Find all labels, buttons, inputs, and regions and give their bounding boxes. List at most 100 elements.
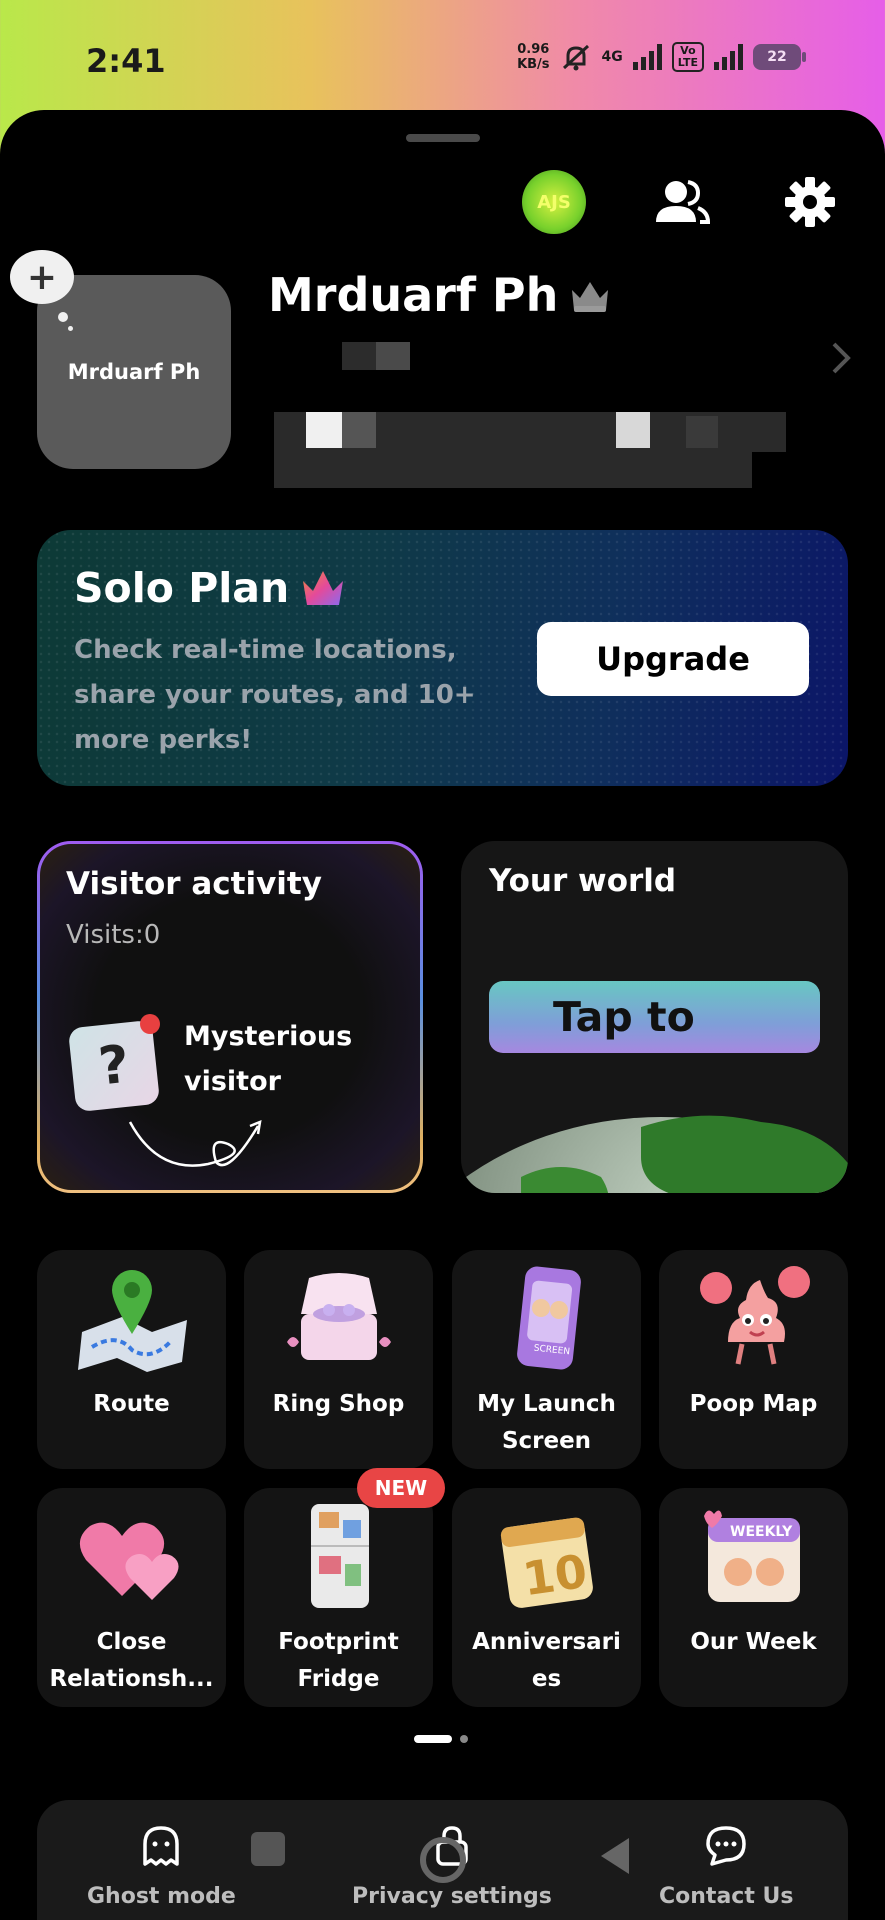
tile-poop-map[interactable]: Poop Map — [659, 1250, 848, 1469]
battery-icon: 22 — [753, 44, 806, 70]
tile-label-line: Relationsh... — [49, 1666, 214, 1692]
avatar[interactable]: Mrduarf Ph — [37, 275, 231, 469]
phone-screen-icon: SCREEN — [516, 1266, 581, 1370]
bottom-action-bar: Ghost mode Privacy settings Contact Us — [37, 1800, 848, 1920]
fridge-icon — [310, 1504, 369, 1608]
tile-label-line: Screen — [501, 1428, 592, 1454]
tile-label-anniversaries: Anniversari es — [452, 1624, 641, 1698]
tile-label-line: Close — [96, 1629, 167, 1655]
page-dot-active[interactable] — [414, 1735, 452, 1743]
tile-our-week[interactable]: WEEKLY Our Week — [659, 1488, 848, 1707]
plus-icon: + — [26, 256, 58, 298]
visitor-activity-title: Visitor activity — [66, 866, 322, 902]
redacted-info — [306, 412, 342, 448]
hearts-icon — [79, 1522, 179, 1600]
ghost-icon — [143, 1826, 180, 1866]
main-sheet: AJS Mrduarf Ph + Mrduarf Ph Solo Plan Ch… — [0, 110, 885, 1920]
tile-label-my-launch-screen: My Launch Screen — [452, 1386, 641, 1460]
battery-level: 22 — [767, 49, 787, 65]
profile-name[interactable]: Mrduarf Ph — [268, 268, 612, 322]
visitor-activity-card[interactable]: Visitor activity Visits:0 ? Mysterious vi… — [37, 841, 423, 1193]
calendar-10-icon: 10 — [500, 1517, 593, 1608]
tile-ring-shop[interactable]: Ring Shop — [244, 1250, 433, 1469]
new-badge: NEW — [357, 1468, 445, 1508]
tile-label-line: Anniversari — [472, 1629, 621, 1655]
color-crown-icon — [303, 571, 344, 605]
friends-icon — [656, 180, 710, 224]
your-world-card[interactable]: Your world Tap to — [461, 841, 848, 1193]
friends-button[interactable] — [650, 170, 714, 234]
thought-dot-small — [68, 326, 73, 331]
upgrade-button[interactable]: Upgrade — [537, 622, 809, 696]
ajs-badge-text: AJS — [537, 191, 571, 213]
tile-route[interactable]: Route — [37, 1250, 226, 1469]
tile-label-route: Route — [93, 1391, 170, 1417]
privacy-settings-label: Privacy settings — [352, 1884, 552, 1909]
tile-label-line: Fridge — [297, 1666, 380, 1692]
avatar-text: Mrduarf Ph — [67, 360, 201, 384]
redacted-info — [616, 412, 650, 448]
status-icons: 0.96 KB/s 4G Vo LTE 22 — [517, 42, 806, 72]
signal-icon-1 — [632, 44, 662, 70]
tap-to-button[interactable]: Tap to — [489, 981, 820, 1053]
redacted-info — [274, 452, 752, 488]
thought-dot — [58, 312, 68, 322]
tile-footprint-fridge[interactable]: NEW Footprint Fridge — [244, 1468, 445, 1707]
page-indicator — [414, 1735, 468, 1743]
tile-label-footprint-fridge: Footprint Fridge — [244, 1624, 433, 1698]
your-world-title: Your world — [489, 863, 677, 899]
route-map-icon — [77, 1270, 187, 1372]
settings-button[interactable] — [778, 170, 842, 234]
question-mark-icon: ? — [67, 1019, 161, 1113]
ajs-badge-button[interactable]: AJS — [522, 170, 586, 234]
svg-text:WEEKLY: WEEKLY — [730, 1524, 793, 1540]
chevron-right-icon[interactable] — [826, 338, 856, 378]
mute-bell-icon — [562, 44, 589, 71]
tile-label-poop-map: Poop Map — [689, 1391, 818, 1417]
tile-label-line: My Launch — [477, 1391, 616, 1417]
solo-plan-description: Check real-time locations, share your ro… — [74, 635, 476, 755]
network-type: 4G — [601, 49, 623, 65]
nav-recents-icon[interactable] — [249, 1830, 287, 1868]
drag-handle[interactable] — [406, 134, 480, 142]
ghost-mode-label: Ghost mode — [87, 1884, 236, 1909]
net-speed: 0.96 KB/s — [517, 42, 549, 72]
gear-icon — [785, 177, 835, 227]
tile-close-relationship[interactable]: Close Relationsh... — [37, 1488, 226, 1707]
redacted-info — [376, 342, 410, 370]
tile-my-launch-screen[interactable]: SCREEN My Launch Screen — [452, 1250, 641, 1469]
contact-us-button[interactable]: Contact Us — [659, 1824, 793, 1909]
tile-label-ring-shop: Ring Shop — [272, 1391, 405, 1417]
profile-name-text: Mrduarf Ph — [268, 268, 559, 322]
solo-plan-title: Solo Plan — [74, 564, 347, 612]
nav-back-icon[interactable] — [597, 1834, 633, 1878]
tile-anniversaries[interactable]: 10 Anniversari es — [452, 1488, 641, 1707]
status-bar: 2:41 0.96 KB/s 4G Vo LTE 22 — [0, 0, 885, 110]
add-status-button[interactable]: + — [10, 250, 74, 304]
volte-badge: Vo LTE — [671, 42, 704, 72]
net-speed-unit: KB/s — [517, 57, 550, 72]
contact-us-label: Contact Us — [659, 1884, 794, 1909]
nav-home-icon[interactable] — [417, 1834, 469, 1886]
tile-label-line: es — [531, 1666, 562, 1692]
ghost-mode-button[interactable]: Ghost mode — [87, 1824, 236, 1909]
globe-image — [461, 1115, 848, 1193]
signal-icon-2 — [714, 44, 743, 70]
crown-icon — [572, 282, 609, 312]
redacted-info — [342, 412, 376, 448]
mystery-visitor-label: Mysterious visitor — [184, 1021, 353, 1097]
tile-label-close-relationship: Close Relationsh... — [37, 1624, 226, 1698]
solo-plan-title-text: Solo Plan — [74, 564, 290, 612]
redacted-info — [686, 416, 718, 448]
tile-label-line: Footprint — [278, 1629, 399, 1655]
weekly-calendar-icon: WEEKLY — [703, 1510, 800, 1602]
page-dot[interactable] — [460, 1735, 468, 1743]
net-speed-value: 0.96 — [517, 42, 550, 57]
ring-box-icon — [286, 1273, 391, 1360]
curved-arrow-icon — [128, 1120, 262, 1167]
tile-label-our-week: Our Week — [690, 1629, 817, 1655]
svg-text:10: 10 — [519, 1544, 590, 1606]
visitor-activity-inner: Visitor activity Visits:0 ? Mysterious vi… — [40, 844, 420, 1190]
visits-count: Visits:0 — [66, 920, 161, 950]
solo-plan-card[interactable]: Solo Plan Check real-time locations, sha… — [37, 530, 848, 786]
